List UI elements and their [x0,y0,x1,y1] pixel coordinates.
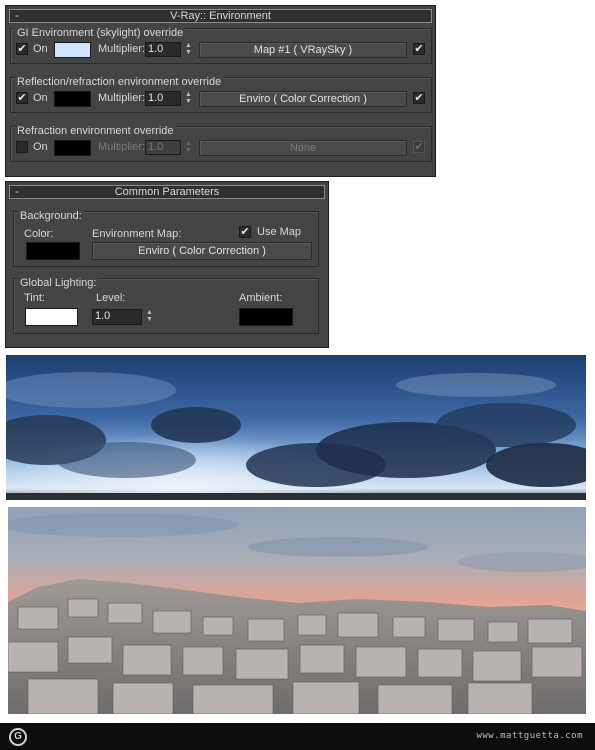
level-label: Level: [96,292,126,304]
collapse-icon[interactable]: - [15,186,19,198]
tint-label: Tint: [24,292,45,304]
sky-panorama-image [6,355,586,500]
gi-on-label: On [33,43,48,55]
rollout-header-environment[interactable]: - V-Ray:: Environment [9,9,432,23]
level-input[interactable]: 1.0 [92,309,142,325]
group-title: Reflection/refraction environment overri… [15,76,224,88]
vray-environment-rollout: - V-Ray:: Environment GI Environment (sk… [5,5,436,177]
group-title: Global Lighting: [18,277,99,289]
website-url[interactable]: www.mattguetta.com [476,731,583,741]
refraction-multiplier-spinner-icon[interactable]: ▲ ▼ [184,140,193,155]
environment-map-label: Environment Map: [92,228,182,240]
ambient-color-swatch[interactable] [239,308,293,326]
background-map-button[interactable]: Enviro ( Color Correction ) [92,242,312,260]
reflection-override-group: Reflection/refraction environment overri… [10,76,432,113]
spinner-up-icon[interactable]: ▲ [184,42,193,49]
use-map-checkbox[interactable]: ✔ [239,226,251,238]
gi-map-button[interactable]: Map #1 ( VRaySky ) [199,42,407,58]
collapse-icon[interactable]: - [15,10,19,22]
refraction-multiplier-input[interactable]: 1.0 [145,140,181,155]
reflection-multiplier-spinner-icon[interactable]: ▲ ▼ [184,91,193,106]
city-render-image [8,507,586,714]
group-title: Refraction environment override [15,125,176,137]
footer-bar: G www.mattguetta.com [0,723,595,750]
reflection-multiplier-label: Multiplier: [98,92,146,104]
reflection-on-label: On [33,92,48,104]
gi-on-checkbox[interactable]: ✔ [16,43,28,55]
gi-color-swatch[interactable] [54,42,91,58]
tint-color-swatch[interactable] [25,308,78,326]
spinner-up-icon[interactable]: ▲ [184,91,193,98]
reflection-map-button[interactable]: Enviro ( Color Correction ) [199,91,407,107]
sky-panorama-graphic [6,355,586,500]
reflection-map-enable-checkbox[interactable]: ✔ [413,92,425,104]
gi-multiplier-spinner-icon[interactable]: ▲ ▼ [184,42,193,57]
gi-multiplier-label: Multiplier: [98,43,146,55]
reflection-color-swatch[interactable] [54,91,91,107]
refraction-on-label: On [33,141,48,153]
spinner-down-icon[interactable]: ▼ [184,147,193,154]
refraction-map-button[interactable]: None [199,140,407,156]
gi-multiplier-input[interactable]: 1.0 [145,42,181,57]
gi-override-group: GI Environment (skylight) override ✔ On … [10,27,432,64]
spinner-down-icon[interactable]: ▼ [184,49,193,56]
spinner-up-icon[interactable]: ▲ [184,140,193,147]
refraction-color-swatch[interactable] [54,140,91,156]
background-color-swatch[interactable] [26,242,80,260]
logo-icon: G [9,728,27,746]
spinner-down-icon[interactable]: ▼ [184,98,193,105]
refraction-on-checkbox[interactable] [16,141,28,153]
background-group: Background: Color: Environment Map: ✔ Us… [13,210,319,267]
rollout-header-common[interactable]: - Common Parameters [9,185,325,199]
ambient-label: Ambient: [239,292,283,304]
group-title: GI Environment (skylight) override [15,27,186,39]
reflection-on-checkbox[interactable]: ✔ [16,92,28,104]
spinner-down-icon[interactable]: ▼ [145,316,154,323]
spinner-up-icon[interactable]: ▲ [145,309,154,316]
refraction-map-enable-checkbox[interactable]: ✔ [413,141,425,153]
city-render-graphic [8,507,586,714]
refraction-override-group: Refraction environment override On Multi… [10,125,432,162]
refraction-multiplier-label: Multiplier: [98,141,146,153]
common-parameters-rollout: - Common Parameters Background: Color: E… [5,181,329,348]
rollout-title: V-Ray:: Environment [170,10,271,22]
background-color-label: Color: [24,228,54,240]
use-map-label: Use Map [257,226,302,238]
rollout-title: Common Parameters [114,186,220,198]
reflection-multiplier-input[interactable]: 1.0 [145,91,181,106]
group-title: Background: [18,210,84,222]
global-lighting-group: Global Lighting: Tint: Level: 1.0 ▲ ▼ Am… [13,277,319,334]
gi-map-enable-checkbox[interactable]: ✔ [413,43,425,55]
level-spinner-icon[interactable]: ▲ ▼ [145,309,154,324]
